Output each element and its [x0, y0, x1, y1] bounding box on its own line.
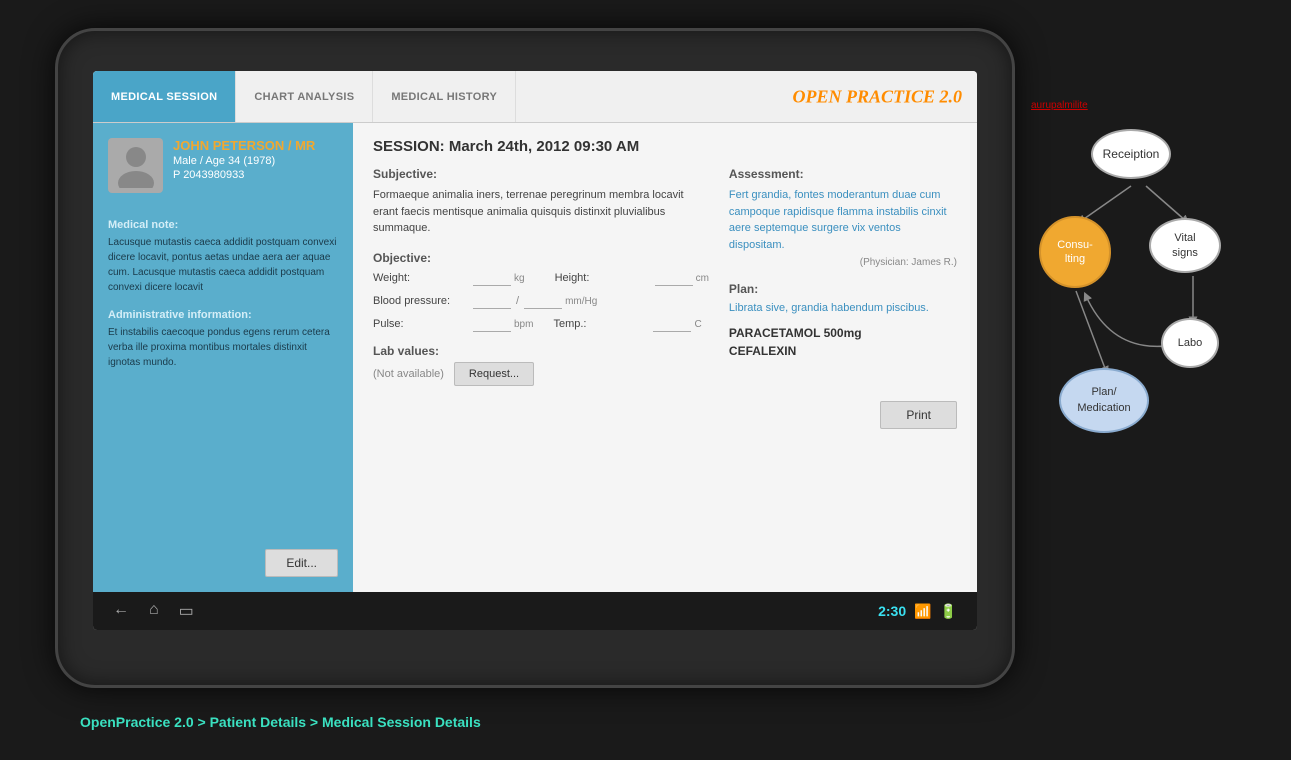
print-button[interactable]: Print: [880, 401, 957, 429]
clock-time: 2:30: [878, 603, 906, 619]
status-bar: ← ⌂ ▭ 2:30 📶 🔋: [93, 592, 977, 630]
height-unit: cm: [696, 273, 709, 284]
app-title: OPEN PRACTICE 2.0: [792, 86, 962, 107]
flow-node-reception[interactable]: Receip­tion: [1091, 129, 1171, 179]
admin-info-text: Et instabilis caecoque pondus egens reru…: [108, 325, 338, 370]
pulse-row: Pulse: 70 bpm Temp.: 38.5 C: [373, 317, 709, 332]
assessment-label: Assessment:: [729, 167, 957, 181]
pulse-unit: bpm: [514, 319, 533, 330]
subjective-label: Subjective:: [373, 167, 709, 181]
patient-header: JOHN PETERSON / MR Male / Age 34 (1978) …: [108, 138, 338, 193]
pulse-label: Pulse:: [373, 318, 473, 330]
recent-icon[interactable]: ▭: [179, 601, 194, 621]
flow-node-labo[interactable]: Labo: [1161, 318, 1219, 368]
home-icon[interactable]: ⌂: [149, 601, 159, 621]
labo-label: Labo: [1178, 337, 1202, 349]
battery-icon: 🔋: [940, 603, 957, 620]
two-col-layout: Subjective: Formaeque animalia iners, te…: [373, 167, 957, 386]
flow-title-link[interactable]: aurupalmilite: [1031, 100, 1231, 111]
patient-name: JOHN PETERSON / MR: [173, 138, 315, 153]
assessment-text: Fert grandia, fontes moderantum duae cum…: [729, 187, 957, 253]
tablet-screen: MEDICAL SESSION CHART ANALYSIS MEDICAL H…: [93, 71, 977, 630]
tab-medical-session[interactable]: MEDICAL SESSION: [93, 71, 236, 122]
bp-systolic-input[interactable]: 90: [473, 294, 511, 309]
left-panel: JOHN PETERSON / MR Male / Age 34 (1978) …: [93, 123, 353, 592]
flow-node-vital-signs[interactable]: Vitalsigns: [1149, 218, 1221, 273]
temp-unit: C: [694, 319, 701, 330]
patient-gender-age: Male / Age 34 (1978): [173, 155, 315, 167]
flow-diagram: aurupalmilite Receip­tion Consu-lti: [1031, 100, 1231, 461]
edit-button[interactable]: Edit...: [265, 549, 338, 577]
flow-node-consulting[interactable]: Consu-lting: [1039, 216, 1111, 288]
status-right: 2:30 📶 🔋: [878, 603, 957, 620]
height-label: Height:: [555, 272, 655, 284]
flow-nodes: Receip­tion Consu-lting Vitalsigns Labo …: [1031, 121, 1231, 461]
height-input[interactable]: 167: [655, 271, 693, 286]
physician-note: (Physician: James R.): [729, 257, 957, 268]
temp-label: Temp.:: [553, 318, 653, 330]
objective-label: Objective:: [373, 251, 709, 265]
tab-chart-analysis[interactable]: CHART ANALYSIS: [236, 71, 373, 122]
bp-label: Blood pressure:: [373, 295, 473, 307]
print-row: Print: [373, 401, 957, 429]
vital-signs-label: Vitalsigns: [1172, 231, 1198, 260]
tablet-frame: MEDICAL SESSION CHART ANALYSIS MEDICAL H…: [55, 28, 1015, 688]
col-right: Assessment: Fert grandia, fontes moderan…: [729, 167, 957, 386]
bp-row: Blood pressure: 90 / 60 mm/Hg: [373, 294, 709, 309]
consulting-label: Consu-lting: [1057, 238, 1092, 267]
right-panel: SESSION: March 24th, 2012 09:30 AM Subje…: [353, 123, 977, 592]
lab-row: (Not available) Request...: [373, 362, 709, 386]
bp-separator: /: [516, 295, 519, 307]
request-button[interactable]: Request...: [454, 362, 534, 386]
plan-medication-label: Plan/Medication: [1077, 385, 1130, 416]
medication-2: CEFALEXIN: [729, 344, 957, 358]
bp-unit: mm/Hg: [565, 296, 597, 307]
app-header: MEDICAL SESSION CHART ANALYSIS MEDICAL H…: [93, 71, 977, 123]
objective-section: Objective: Weight: 55 kg Height: 167 cm: [373, 251, 709, 332]
lab-label: Lab values:: [373, 344, 709, 358]
weight-label: Weight:: [373, 272, 473, 284]
subjective-text: Formaeque animalia iners, terrenae pereg…: [373, 187, 709, 237]
back-icon[interactable]: ←: [113, 601, 129, 621]
lab-section: Lab values: (Not available) Request...: [373, 344, 709, 386]
wifi-icon: 📶: [914, 603, 931, 620]
plan-text: Librata sive, grandia habendum piscibus.: [729, 302, 957, 314]
temp-input[interactable]: 38.5: [653, 317, 691, 332]
medical-note-text: Lacusque mutastis caeca addidit postquam…: [108, 235, 338, 295]
lab-status: (Not available): [373, 368, 444, 380]
weight-unit: kg: [514, 273, 525, 284]
main-content: JOHN PETERSON / MR Male / Age 34 (1978) …: [93, 123, 977, 592]
tab-medical-history[interactable]: MEDICAL HISTORY: [373, 71, 516, 122]
weight-input[interactable]: 55: [473, 271, 511, 286]
nav-icons: ← ⌂ ▭: [113, 601, 194, 621]
medical-note-label: Medical note:: [108, 219, 338, 231]
patient-info: JOHN PETERSON / MR Male / Age 34 (1978) …: [173, 138, 315, 181]
avatar: [108, 138, 163, 193]
medication-1: PARACETAMOL 500mg: [729, 326, 957, 340]
reception-label: Receip­tion: [1103, 147, 1160, 161]
col-left: Subjective: Formaeque animalia iners, te…: [373, 167, 709, 386]
pulse-input[interactable]: 70: [473, 317, 511, 332]
plan-label: Plan:: [729, 282, 957, 296]
weight-row: Weight: 55 kg Height: 167 cm: [373, 271, 709, 286]
bp-diastolic-input[interactable]: 60: [524, 294, 562, 309]
breadcrumb: OpenPractice 2.0 > Patient Details > Med…: [80, 714, 481, 730]
admin-info-label: Administrative information:: [108, 309, 338, 321]
flow-node-plan-medication[interactable]: Plan/Medication: [1059, 368, 1149, 433]
session-title: SESSION: March 24th, 2012 09:30 AM: [373, 138, 957, 155]
patient-phone: P 2043980933: [173, 169, 315, 181]
